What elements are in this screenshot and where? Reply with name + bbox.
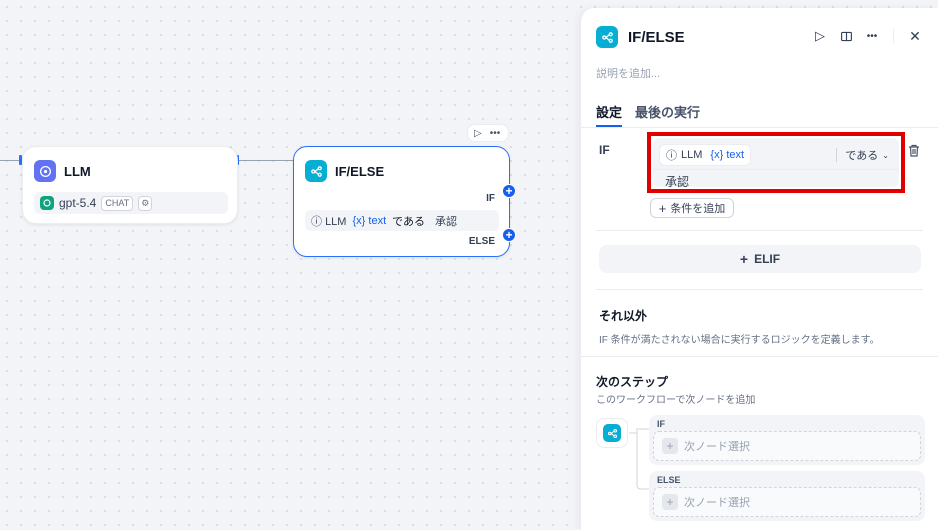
model-name: gpt-5.4 <box>59 196 97 210</box>
ifelse-node[interactable]: IF/ELSE IF ⓘ LLM {x} text である 承認 ELSE <box>293 146 510 257</box>
branch-connectors <box>629 428 649 490</box>
add-condition-label: 条件を追加 <box>670 203 726 215</box>
else-section-title: それ以外 <box>599 309 648 323</box>
header-divider <box>893 29 894 43</box>
condition-variable: {x} text <box>710 149 745 161</box>
plus-icon: + <box>658 200 667 216</box>
condition-source: ⓘ LLM <box>311 215 347 228</box>
llm-node-title: LLM <box>64 163 91 179</box>
condition-variable-tag[interactable]: ⓘ LLM {x} text <box>659 144 752 166</box>
more-icon[interactable]: ••• <box>863 27 881 45</box>
node-settings-panel: IF/ELSE ▷ ••• ✕ 説明を追加... 設定 最後の実行 IF ⓘ L… <box>580 8 938 530</box>
llm-node[interactable]: LLM gpt-5.4 CHAT ⚙ <box>22 146 238 224</box>
node-condition: ⓘ LLM {x} text である 承認 <box>305 210 499 231</box>
info-icon: ⓘ <box>666 150 677 162</box>
condition-operator: である <box>392 215 426 228</box>
condition-value: 承認 <box>435 215 458 228</box>
model-selector[interactable]: gpt-5.4 CHAT ⚙ <box>34 192 228 214</box>
operator-dropdown[interactable]: である ⌄ <box>836 148 889 162</box>
plus-icon: + <box>662 438 678 454</box>
plus-icon: + <box>662 494 678 510</box>
plus-icon: + <box>739 251 749 267</box>
if-next-node-select[interactable]: + 次ノード選択 <box>653 431 921 461</box>
if-branch-label: IF <box>657 419 665 429</box>
delete-condition-icon[interactable] <box>905 141 923 159</box>
branch-icon <box>596 26 618 48</box>
close-icon[interactable]: ✕ <box>906 27 924 45</box>
condition-source: LLM <box>681 149 703 161</box>
select-next-node-label: 次ノード選択 <box>684 441 750 453</box>
branch-icon <box>305 160 327 182</box>
else-branch-label: ELSE <box>468 236 495 247</box>
tab-last-run[interactable]: 最後の実行 <box>635 102 700 121</box>
operator-label: である <box>845 150 879 162</box>
branch-icon <box>603 424 621 442</box>
select-next-node-label: 次ノード選択 <box>684 497 750 509</box>
else-branch-label: ELSE <box>657 475 681 485</box>
model-settings-icon[interactable]: ⚙ <box>138 195 153 211</box>
panel-title[interactable]: IF/ELSE <box>628 29 685 46</box>
mode-chip: CHAT <box>101 195 134 211</box>
condition-variable: {x} text <box>352 214 387 227</box>
next-step-title: 次のステップ <box>596 375 669 389</box>
node-mini-toolbar: ▷ ••• <box>467 124 509 142</box>
else-next-node-select[interactable]: + 次ノード選択 <box>653 487 921 517</box>
condition-value-divider <box>653 169 899 170</box>
run-icon[interactable]: ▷ <box>811 27 829 45</box>
add-condition-button[interactable]: + 条件を追加 <box>650 198 734 218</box>
llm-icon <box>34 160 56 182</box>
condition-editor[interactable]: ⓘ LLM {x} text である ⌄ 承認 <box>653 138 899 190</box>
elif-label: ELIF <box>754 252 781 266</box>
condition-value-input[interactable]: 承認 <box>665 173 689 190</box>
help-book-icon[interactable] <box>837 27 855 45</box>
ifelse-node-title: IF/ELSE <box>335 163 385 179</box>
else-section-description: IF 条件が満たされない場合に実行するロジックを定義します。 <box>599 335 880 346</box>
run-node-icon[interactable]: ▷ <box>474 128 482 139</box>
openai-icon <box>40 196 54 210</box>
else-add-next-button[interactable]: + <box>502 228 516 242</box>
condition-highlight: ⓘ LLM {x} text である ⌄ 承認 <box>647 132 905 193</box>
add-elif-button[interactable]: + ELIF <box>599 245 921 273</box>
if-add-next-button[interactable]: + <box>502 184 516 198</box>
tab-settings[interactable]: 設定 <box>596 102 622 121</box>
edge-llm-ifelse <box>238 160 294 161</box>
more-icon[interactable]: ••• <box>490 128 501 139</box>
description-input[interactable]: 説明を追加... <box>596 65 660 81</box>
else-branch-box: ELSE + 次ノード選択 <box>649 471 925 521</box>
if-branch-box: IF + 次ノード選択 <box>649 415 925 465</box>
next-step-source-node <box>596 418 628 448</box>
if-branch-label: IF <box>486 193 495 204</box>
next-step-description: このワークフローで次ノードを追加 <box>596 395 756 406</box>
chevron-down-icon: ⌄ <box>882 150 889 160</box>
if-label: IF <box>599 143 610 157</box>
